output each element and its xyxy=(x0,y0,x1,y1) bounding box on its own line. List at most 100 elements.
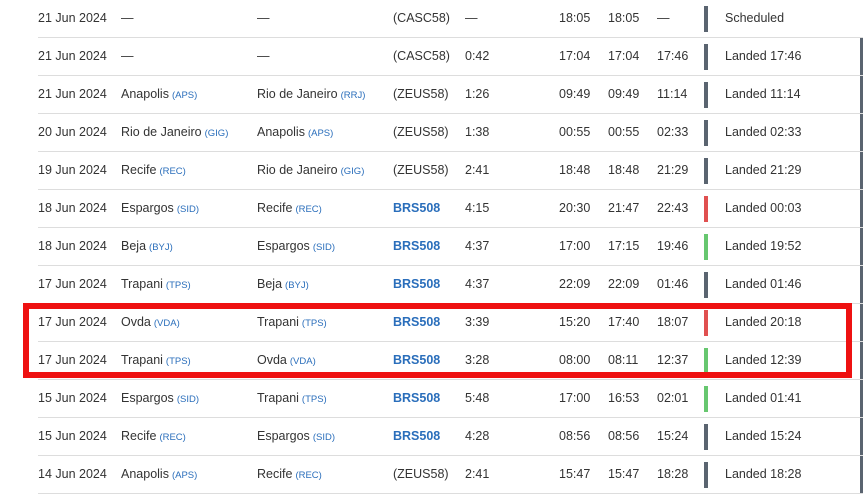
destination-airport: Espargos (SID) xyxy=(257,228,335,265)
flight-number[interactable]: BRS508 xyxy=(393,228,440,265)
scheduled-arrival: — xyxy=(657,11,670,25)
airport-code-link[interactable]: (REC) xyxy=(295,470,321,481)
actual-departure: 18:05 xyxy=(608,11,640,25)
flight-number: (CASC58) xyxy=(393,11,450,25)
scheduled-arrival: 19:46 xyxy=(657,239,689,253)
flight-status: Landed 01:46 xyxy=(725,277,802,291)
airport-city: Espargos xyxy=(257,429,310,443)
airport-code-link[interactable]: (APS) xyxy=(172,90,197,101)
scheduled-arrival: 01:46 xyxy=(657,277,689,291)
actual-departure: 17:15 xyxy=(608,239,640,253)
flight-status: Landed 01:41 xyxy=(725,391,802,405)
flight-duration: 4:37 xyxy=(465,277,490,291)
airport-code-link[interactable]: (TPS) xyxy=(302,394,327,405)
flight-date: 14 Jun 2024 xyxy=(38,467,107,481)
scheduled-departure: 15:47 xyxy=(559,467,591,481)
airport-city: — xyxy=(257,11,270,25)
table-row: 20 Jun 2024 Rio de Janeiro (GIG) Anapolis (A… xyxy=(38,114,863,152)
flight-number[interactable]: BRS508 xyxy=(393,266,440,303)
airport-code-link[interactable]: (BYJ) xyxy=(149,242,173,253)
airport-city: Trapani xyxy=(257,391,299,405)
table-row: 21 Jun 2024 — — (CASC58) — 18:05 18:05 — Schedul… xyxy=(38,0,863,38)
status-indicator-bar xyxy=(704,272,708,298)
airport-code-link[interactable]: (GIG) xyxy=(341,166,365,177)
airport-code-link[interactable]: (RRJ) xyxy=(341,90,366,101)
actual-departure: 16:53 xyxy=(608,391,640,405)
destination-airport: — xyxy=(257,0,270,37)
airport-city: Recife xyxy=(257,201,293,215)
scheduled-departure: 18:48 xyxy=(559,163,591,177)
flight-duration: — xyxy=(465,11,478,25)
origin-airport: Trapani (TPS) xyxy=(121,266,191,303)
flight-status: Landed 18:28 xyxy=(725,467,802,481)
flight-date: 20 Jun 2024 xyxy=(38,125,107,139)
airport-code-link[interactable]: (APS) xyxy=(308,128,333,139)
table-row: 21 Jun 2024 — — (CASC58) 0:42 17:04 17:04 17:46… xyxy=(38,38,863,76)
origin-airport: — xyxy=(121,0,134,37)
status-indicator-bar xyxy=(704,6,708,32)
destination-airport: Rio de Janeiro (GIG) xyxy=(257,152,364,189)
scheduled-arrival: 18:28 xyxy=(657,467,689,481)
scheduled-arrival: 22:43 xyxy=(657,201,689,215)
status-indicator-bar xyxy=(704,196,708,222)
airport-code-link[interactable]: (SID) xyxy=(313,432,335,443)
airport-code-link[interactable]: (SID) xyxy=(177,394,199,405)
airport-code-link[interactable]: (GIG) xyxy=(205,128,229,139)
airport-code-link[interactable]: (REC) xyxy=(159,166,185,177)
table-row: 15 Jun 2024 Recife (REC) Espargos (SID) BRS50… xyxy=(38,418,863,456)
airport-code-link[interactable]: (TPS) xyxy=(166,280,191,291)
flight-status: Landed 19:52 xyxy=(725,239,802,253)
airport-city: Recife xyxy=(257,467,293,481)
actual-departure: 00:55 xyxy=(608,125,640,139)
scheduled-departure: 18:05 xyxy=(559,11,591,25)
airport-code-link[interactable]: (SID) xyxy=(313,242,335,253)
flight-date: 21 Jun 2024 xyxy=(38,11,107,25)
scheduled-arrival: 15:24 xyxy=(657,429,689,443)
airport-city: Beja xyxy=(257,277,283,291)
airport-code-link[interactable]: (REC) xyxy=(159,432,185,443)
airport-code-link[interactable]: (BYJ) xyxy=(285,280,309,291)
table-row: 14 Jun 2024 Anapolis (APS) Recife (REC) (ZEUS… xyxy=(38,456,863,494)
table-row: 17 Jun 2024 Trapani (TPS) Beja (BYJ) BRS508 4:… xyxy=(38,266,863,304)
scheduled-departure: 17:00 xyxy=(559,391,591,405)
flight-number[interactable]: BRS508 xyxy=(393,380,440,417)
airport-city: Recife xyxy=(121,429,157,443)
status-indicator-bar xyxy=(704,234,708,260)
table-row: 18 Jun 2024 Beja (BYJ) Espargos (SID) BRS508 4… xyxy=(38,228,863,266)
flight-number: (ZEUS58) xyxy=(393,125,449,139)
flight-status: Landed 11:14 xyxy=(725,87,801,101)
flight-date: 15 Jun 2024 xyxy=(38,391,107,405)
flight-status: Scheduled xyxy=(725,11,785,25)
flight-duration: 4:15 xyxy=(465,201,490,215)
status-indicator-bar xyxy=(704,82,708,108)
airport-city: Beja xyxy=(121,239,147,253)
scheduled-departure: 20:30 xyxy=(559,201,591,215)
flight-duration: 0:42 xyxy=(465,49,490,63)
destination-airport: Rio de Janeiro (RRJ) xyxy=(257,76,365,113)
actual-departure: 21:47 xyxy=(608,201,640,215)
airport-code-link[interactable]: (SID) xyxy=(177,204,199,215)
origin-airport: Beja (BYJ) xyxy=(121,228,173,265)
table-row: 19 Jun 2024 Recife (REC) Rio de Janeiro (GIG… xyxy=(38,152,863,190)
destination-airport: Recife (REC) xyxy=(257,190,322,227)
actual-departure: 18:48 xyxy=(608,163,640,177)
airport-city: — xyxy=(121,11,134,25)
status-indicator-bar xyxy=(704,120,708,146)
airport-city: — xyxy=(121,49,134,63)
flight-duration: 1:38 xyxy=(465,125,490,139)
airport-code-link[interactable]: (REC) xyxy=(295,204,321,215)
airport-city: Rio de Janeiro xyxy=(257,163,338,177)
destination-airport: Beja (BYJ) xyxy=(257,266,309,303)
flight-number[interactable]: BRS508 xyxy=(393,418,440,455)
scheduled-departure: 09:49 xyxy=(559,87,591,101)
flight-number[interactable]: BRS508 xyxy=(393,190,440,227)
flight-duration: 5:48 xyxy=(465,391,490,405)
airport-city: Anapolis xyxy=(257,125,305,139)
origin-airport: Espargos (SID) xyxy=(121,380,199,417)
status-indicator-bar xyxy=(704,424,708,450)
flight-number: (ZEUS58) xyxy=(393,163,449,177)
status-indicator-bar xyxy=(704,386,708,412)
airport-city: Rio de Janeiro xyxy=(121,125,202,139)
table-row: 18 Jun 2024 Espargos (SID) Recife (REC) BRS50… xyxy=(38,190,863,228)
airport-code-link[interactable]: (APS) xyxy=(172,470,197,481)
